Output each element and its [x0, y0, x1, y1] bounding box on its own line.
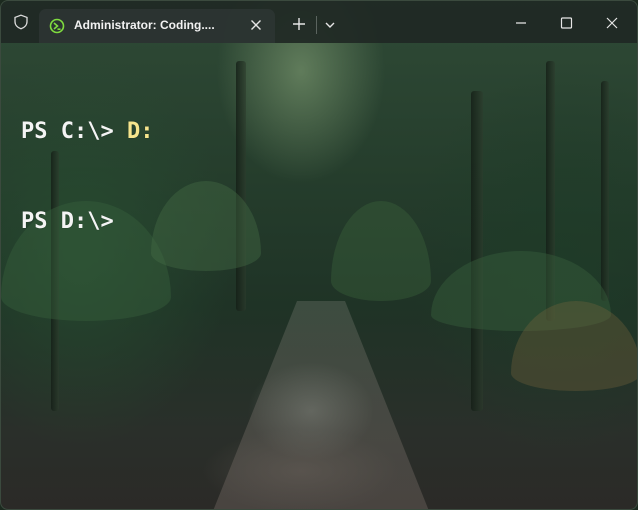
shield-icon — [14, 14, 28, 30]
terminal-window: Administrator: Coding.... PS C:\> D: PS … — [0, 0, 638, 510]
background-trunk — [601, 81, 609, 301]
tab-dropdown-button[interactable] — [321, 15, 339, 35]
background-trunk — [471, 91, 483, 411]
background-frond — [431, 251, 611, 331]
terminal-line: PS D:\> — [21, 207, 153, 237]
plus-icon — [293, 18, 305, 30]
background-trunk — [236, 61, 246, 311]
background-path — [213, 301, 429, 509]
tab-administrator[interactable]: Administrator: Coding.... — [39, 9, 275, 43]
minimize-icon — [516, 22, 526, 24]
tab-close-button[interactable] — [247, 16, 265, 34]
background-trunk — [546, 61, 555, 321]
title-bar[interactable]: Administrator: Coding.... — [1, 1, 637, 43]
close-icon — [606, 17, 618, 29]
maximize-button[interactable] — [546, 9, 586, 37]
close-window-button[interactable] — [592, 9, 632, 37]
new-tab-button[interactable] — [288, 13, 310, 35]
maximize-icon — [560, 17, 573, 29]
tab-separator — [316, 16, 317, 34]
background-frond — [151, 181, 261, 271]
powershell-icon — [49, 18, 65, 34]
prompt: PS D:\> — [21, 209, 127, 234]
close-icon — [251, 20, 261, 30]
terminal-output[interactable]: PS C:\> D: PS D:\> — [21, 57, 153, 297]
minimize-button[interactable] — [501, 9, 541, 37]
prompt: PS C:\> — [21, 119, 127, 144]
chevron-down-icon — [325, 22, 335, 28]
tab-title: Administrator: Coding.... — [74, 18, 215, 32]
background-frond — [331, 201, 431, 301]
background-frond — [511, 301, 637, 391]
command: D: — [126, 119, 154, 144]
terminal-line: PS C:\> D: — [21, 117, 153, 147]
